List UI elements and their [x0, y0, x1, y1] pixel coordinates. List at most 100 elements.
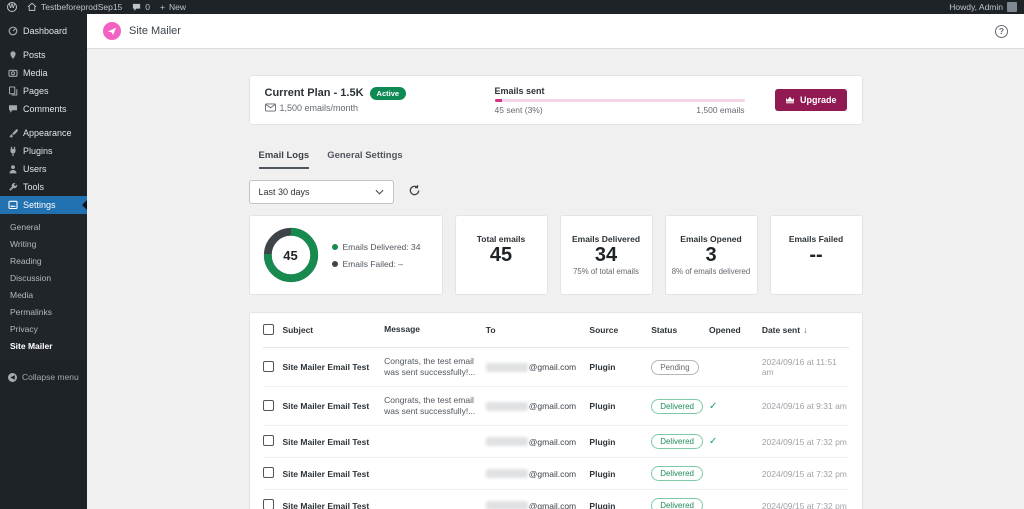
- stat-subtitle: 75% of total emails: [573, 267, 639, 276]
- column-header-opened[interactable]: Opened: [709, 325, 762, 335]
- row-checkbox[interactable]: [263, 467, 274, 478]
- upgrade-button[interactable]: Upgrade: [775, 89, 847, 111]
- table-row: Site Mailer Email Test Congrats, the tes…: [263, 387, 849, 426]
- site-name-menu[interactable]: TestbeforeprodSep15: [27, 2, 122, 12]
- column-header-to[interactable]: To: [486, 325, 590, 335]
- submenu-item-discussion[interactable]: Discussion: [0, 269, 87, 286]
- submenu-item-permalinks[interactable]: Permalinks: [0, 303, 87, 320]
- cell-subject: Site Mailer Email Test: [282, 362, 384, 372]
- stat-title: Emails Failed: [789, 234, 843, 244]
- help-icon[interactable]: ?: [995, 25, 1008, 38]
- cell-subject: Site Mailer Email Test: [282, 469, 384, 479]
- new-menu[interactable]: + New: [160, 2, 186, 12]
- select-all-checkbox[interactable]: [263, 324, 274, 335]
- limit-label: 1,500 emails: [696, 105, 744, 115]
- cell-to: @gmail.com: [486, 501, 590, 509]
- plan-title: Current Plan - 1.5K: [265, 87, 364, 99]
- donut-center-value: 45: [262, 226, 320, 284]
- sidebar-item-label: Appearance: [23, 128, 72, 138]
- stat-card-emails-opened: Emails Opened 3 8% of emails delivered: [665, 215, 758, 295]
- cell-subject: Site Mailer Email Test: [282, 437, 384, 447]
- sent-count-label: 45 sent (3%): [495, 105, 543, 115]
- redacted-email: [486, 437, 528, 446]
- submenu-item-media[interactable]: Media: [0, 286, 87, 303]
- row-checkbox[interactable]: [263, 400, 274, 411]
- legend-failed-label: Emails Failed: –: [343, 259, 403, 269]
- tab-email-logs[interactable]: Email Logs: [259, 150, 310, 169]
- sidebar-item-settings[interactable]: Settings: [0, 196, 87, 214]
- sidebar-item-tools[interactable]: Tools: [0, 178, 87, 196]
- submenu-item-general[interactable]: General: [0, 218, 87, 235]
- submenu-item-site-mailer[interactable]: Site Mailer: [0, 337, 87, 354]
- wordpress-logo-icon: W: [7, 2, 17, 12]
- cell-date: 2024/09/16 at 9:31 am: [762, 401, 849, 411]
- stat-value: 45: [490, 244, 512, 267]
- tab-general-settings[interactable]: General Settings: [327, 150, 403, 169]
- settings-submenu: General Writing Reading Discussion Media…: [0, 214, 87, 360]
- collapse-menu-button[interactable]: ◀ Collapse menu: [0, 366, 87, 388]
- column-header-subject[interactable]: Subject: [282, 325, 384, 335]
- sidebar-item-label: Media: [23, 68, 48, 78]
- emails-sent-progress-bar: [495, 99, 745, 102]
- status-badge: Delivered: [651, 434, 703, 449]
- row-checkbox[interactable]: [263, 499, 274, 509]
- settings-icon: [8, 200, 18, 210]
- sidebar-item-label: Users: [23, 164, 47, 174]
- cell-subject: Site Mailer Email Test: [282, 401, 384, 411]
- sidebar-item-dashboard[interactable]: Dashboard: [0, 22, 87, 40]
- submenu-item-reading[interactable]: Reading: [0, 252, 87, 269]
- stat-subtitle: 8% of emails delivered: [672, 267, 750, 276]
- sidebar-item-comments[interactable]: Comments: [0, 100, 87, 118]
- sidebar-item-users[interactable]: Users: [0, 160, 87, 178]
- table-row: Site Mailer Email Test @gmail.com Plugin…: [263, 490, 849, 509]
- row-checkbox[interactable]: [263, 361, 274, 372]
- sidebar-item-posts[interactable]: Posts: [0, 46, 87, 64]
- site-mailer-logo-icon: [103, 22, 121, 40]
- cell-opened: ✓: [709, 401, 762, 412]
- redacted-email: [486, 363, 528, 372]
- pages-icon: [8, 86, 18, 96]
- comments-menu[interactable]: 0: [132, 2, 150, 12]
- refresh-icon: [408, 184, 421, 200]
- row-checkbox[interactable]: [263, 435, 274, 446]
- stat-card-emails-delivered: Emails Delivered 34 75% of total emails: [560, 215, 653, 295]
- sidebar-item-plugins[interactable]: Plugins: [0, 142, 87, 160]
- stat-title: Emails Delivered: [572, 234, 640, 244]
- stat-title: Emails Opened: [680, 234, 741, 244]
- cell-message: Congrats, the test email was sent succes…: [384, 395, 486, 417]
- sidebar-item-label: Posts: [23, 50, 46, 60]
- account-menu[interactable]: Howdy, Admin: [949, 2, 1017, 12]
- column-header-date-sent[interactable]: Date sent↓: [762, 325, 849, 335]
- sidebar-item-label: Pages: [23, 86, 49, 96]
- refresh-button[interactable]: [408, 184, 421, 200]
- dashboard-icon: [8, 26, 18, 36]
- sidebar-item-pages[interactable]: Pages: [0, 82, 87, 100]
- users-icon: [8, 164, 18, 174]
- date-range-select[interactable]: Last 30 days: [249, 180, 394, 204]
- stat-value: 34: [595, 244, 617, 267]
- cell-source: Plugin: [589, 362, 651, 372]
- email-domain: @gmail.com: [529, 469, 576, 479]
- cell-date: 2024/09/16 at 11:51 am: [762, 357, 849, 377]
- collapse-menu-label: Collapse menu: [22, 372, 79, 382]
- plan-active-badge: Active: [370, 87, 407, 100]
- column-header-source[interactable]: Source: [589, 325, 651, 335]
- date-sent-label: Date sent: [762, 325, 800, 335]
- redacted-email: [486, 469, 528, 478]
- cell-date: 2024/09/15 at 7:32 pm: [762, 501, 849, 509]
- media-icon: [8, 68, 18, 78]
- submenu-item-privacy[interactable]: Privacy: [0, 320, 87, 337]
- cell-message: Congrats, the test email was sent succes…: [384, 356, 486, 378]
- wp-logo-menu[interactable]: W: [7, 2, 17, 12]
- comment-bubble-icon: [132, 3, 141, 12]
- sidebar-item-label: Settings: [23, 200, 56, 210]
- posts-icon: [8, 50, 18, 60]
- legend-dot-delivered: [332, 244, 338, 250]
- submenu-item-writing[interactable]: Writing: [0, 235, 87, 252]
- sidebar-item-media[interactable]: Media: [0, 64, 87, 82]
- column-header-status[interactable]: Status: [651, 325, 709, 335]
- sidebar-item-appearance[interactable]: Appearance: [0, 124, 87, 142]
- column-header-message[interactable]: Message: [384, 324, 486, 335]
- plan-quota-label: 1,500 emails/month: [280, 103, 359, 113]
- cell-subject: Site Mailer Email Test: [282, 501, 384, 509]
